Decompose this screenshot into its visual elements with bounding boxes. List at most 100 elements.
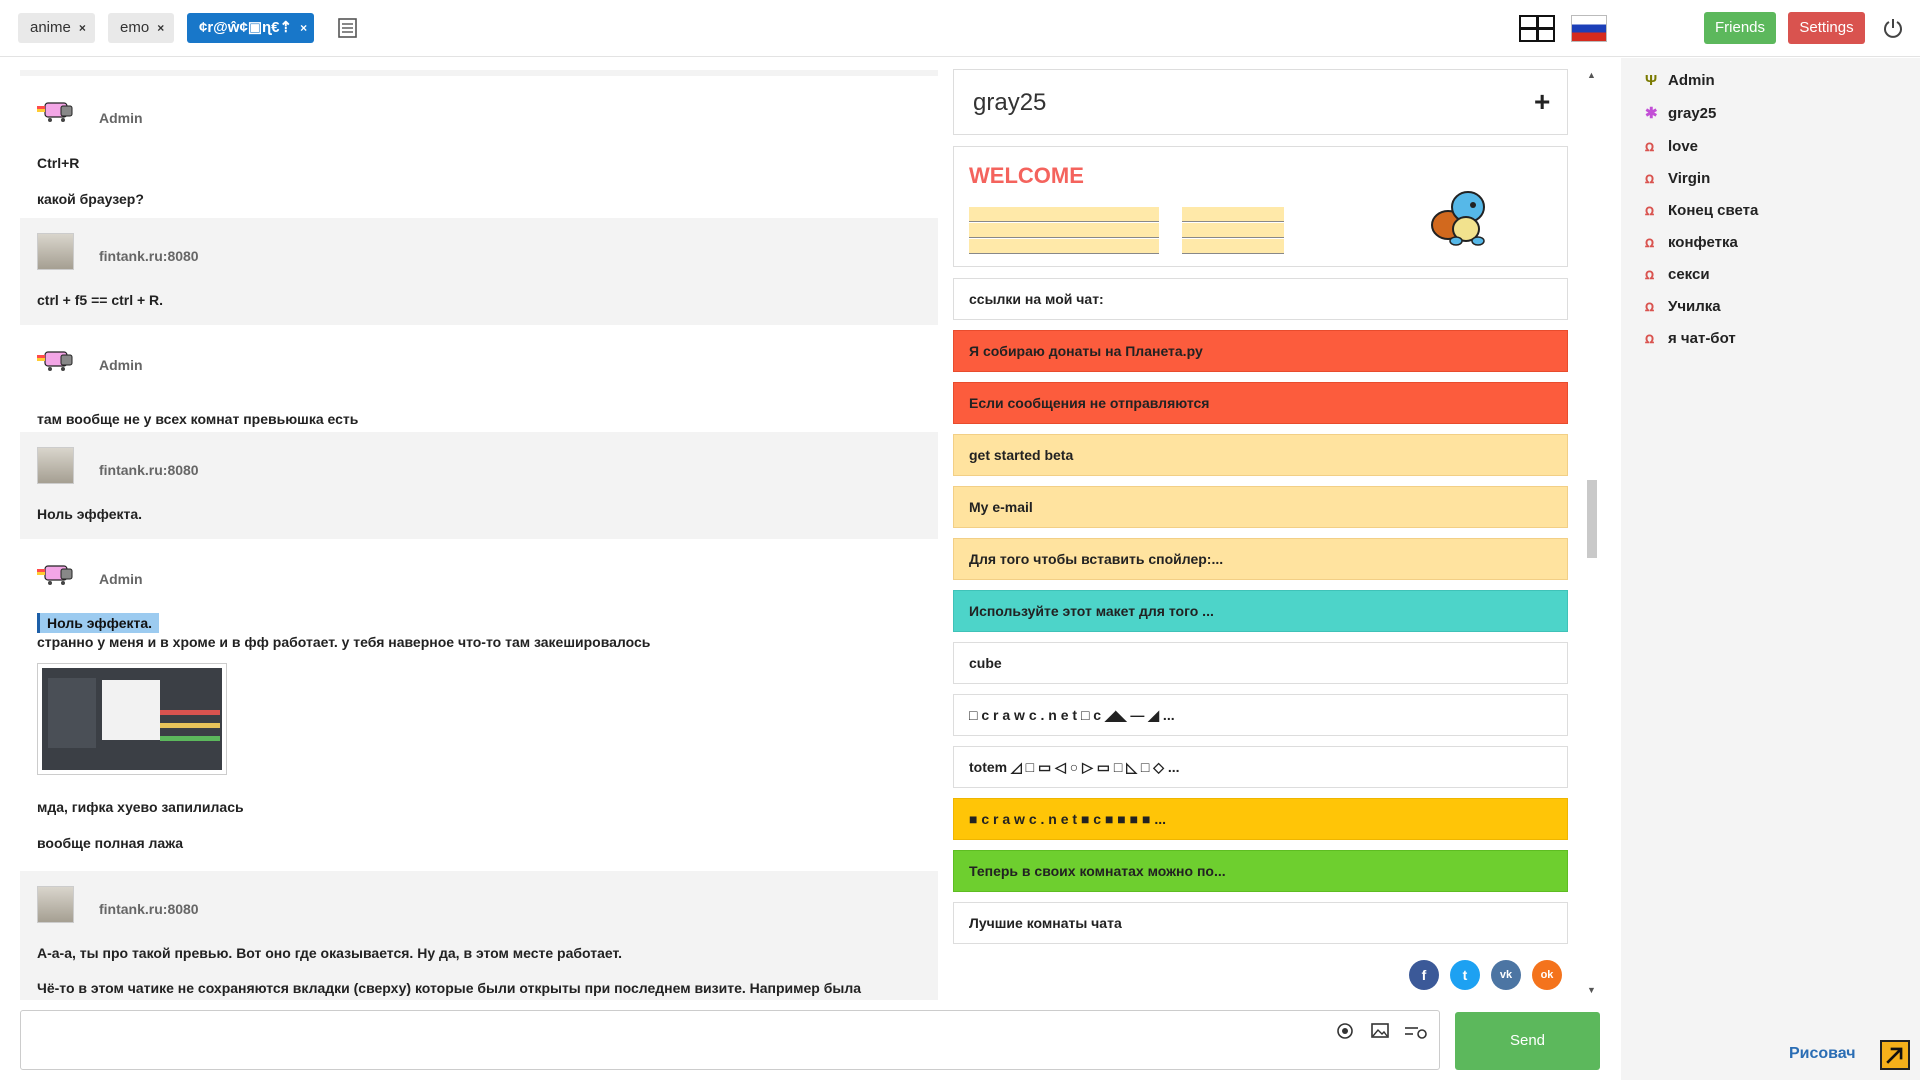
add-room-icon[interactable]: +: [1534, 86, 1550, 118]
screenshot-preview: [42, 668, 222, 770]
message: fintank.ru:8080 А-а-а, ты про такой прев…: [20, 871, 938, 1000]
user-item-gray25[interactable]: ✱ gray25: [1645, 104, 1905, 126]
message-author[interactable]: fintank.ru:8080: [99, 462, 199, 478]
ascii-art: [1182, 207, 1284, 254]
vk-icon[interactable]: vk: [1491, 960, 1521, 990]
link-best-rooms[interactable]: Лучшие комнаты чата: [953, 902, 1568, 944]
top-bar: anime × emo × ¢r@ŵ¢▣ɳ€⇡ × Friends Settings: [0, 0, 1920, 57]
quoted-text[interactable]: Ноль эффекта.: [37, 613, 160, 633]
link-crawcnet-blocks[interactable]: ■ c r a w c . n e t ■ c ■ ■ ■ ■ ...: [953, 798, 1568, 840]
user-avatar[interactable]: [37, 447, 74, 484]
message: Admin там вообще не у всех комнат превью…: [20, 325, 938, 432]
link-spoiler[interactable]: Для того чтобы вставить спойлер:...: [953, 538, 1568, 580]
nyan-cat-icon: [37, 565, 73, 585]
russian-flag-icon[interactable]: [1571, 15, 1607, 42]
tab-label: anime: [30, 19, 71, 36]
message-author[interactable]: fintank.ru:8080: [99, 248, 199, 264]
message-text: странно у меня и в хроме и в фф работает…: [37, 634, 651, 650]
image-upload-icon[interactable]: [1369, 1020, 1391, 1042]
user-item-uchilka[interactable]: ꭥ Училка: [1645, 296, 1905, 318]
message-text: Ctrl+R: [37, 155, 80, 171]
links-scrollbar[interactable]: ▲ ▼: [1585, 70, 1597, 1000]
chat-links-header: ссылки на мой чат:: [953, 278, 1568, 320]
female-icon: ꭥ: [1645, 298, 1655, 315]
user-avatar[interactable]: [37, 233, 74, 270]
settings-button[interactable]: Settings: [1788, 12, 1865, 44]
odnoklassniki-icon[interactable]: ok: [1532, 960, 1562, 990]
female-icon: ꭥ: [1645, 266, 1655, 283]
message-text: Чё-то в этом чатике не сохраняются вклад…: [37, 980, 862, 996]
room-header: gray25 +: [953, 69, 1568, 135]
link-email[interactable]: My e-mail: [953, 486, 1568, 528]
user-name: love: [1668, 138, 1699, 155]
message: fintank.ru:8080 ctrl + f5 == ctrl + R.: [20, 218, 938, 325]
friends-button[interactable]: Friends: [1704, 12, 1776, 44]
user-name: Училка: [1668, 298, 1721, 315]
user-name: Конец света: [1668, 202, 1759, 219]
tab-anime[interactable]: anime ×: [18, 13, 95, 43]
user-name: Virgin: [1668, 170, 1711, 187]
link-crawcnet-shapes[interactable]: □ c r a w c . n e t □ c ◢◣ ― ◢ ...: [953, 694, 1568, 736]
close-tab-icon[interactable]: ×: [157, 21, 164, 35]
link-rooms-feature[interactable]: Теперь в своих комнатах можно по...: [953, 850, 1568, 892]
tab-crawcnet-active[interactable]: ¢r@ŵ¢▣ɳ€⇡ ×: [187, 13, 314, 43]
asterisk-icon: ✱: [1645, 105, 1658, 122]
user-avatar[interactable]: [37, 886, 74, 923]
user-item-seksi[interactable]: ꭥ секси: [1645, 264, 1905, 286]
ascii-art: [969, 207, 1159, 254]
room-list-icon[interactable]: [338, 17, 358, 39]
keyboard-settings-icon[interactable]: [1403, 1020, 1429, 1042]
message-author[interactable]: Admin: [99, 357, 143, 373]
message-author[interactable]: Admin: [99, 571, 143, 587]
user-item-admin[interactable]: Ψ Admin: [1645, 72, 1905, 94]
message: Admin Ctrl+R какой браузер?: [20, 76, 938, 218]
draw-arrow-icon[interactable]: [1880, 1040, 1910, 1070]
message-author[interactable]: fintank.ru:8080: [99, 901, 199, 917]
nyan-cat-icon: [37, 102, 73, 122]
close-tab-icon[interactable]: ×: [300, 21, 307, 35]
user-item-virgin[interactable]: ꭥ Virgin: [1645, 168, 1905, 190]
facebook-icon[interactable]: f: [1409, 960, 1439, 990]
user-name: конфетка: [1668, 234, 1738, 251]
message: Admin Ноль эффекта. странно у меня и в х…: [20, 539, 938, 871]
message-text: вообще полная лажа: [37, 835, 184, 851]
message-input[interactable]: [20, 1010, 1440, 1070]
record-icon[interactable]: [1334, 1020, 1356, 1042]
close-tab-icon[interactable]: ×: [79, 21, 86, 35]
link-get-started[interactable]: get started beta: [953, 434, 1568, 476]
welcome-banner: WELCOME: [953, 146, 1568, 267]
power-icon[interactable]: [1882, 17, 1904, 39]
user-list: Ψ Admin ✱ gray25 ꭥ love ꭥ Virgin ꭥ Конец свет…: [1621, 58, 1920, 1080]
nyan-cat-icon: [37, 351, 73, 371]
user-item-konets-sveta[interactable]: ꭥ Конец света: [1645, 200, 1905, 222]
welcome-title: WELCOME: [969, 163, 1084, 188]
user-item-love[interactable]: ꭥ love: [1645, 136, 1905, 158]
user-name: секси: [1668, 266, 1710, 283]
message-text: какой браузер?: [37, 191, 144, 207]
scroll-thumb[interactable]: [1587, 480, 1597, 558]
female-icon: ꭥ: [1645, 234, 1655, 251]
link-template[interactable]: Используйте этот макет для того ...: [953, 590, 1568, 632]
link-donations[interactable]: Я собираю донаты на Планета.ру: [953, 330, 1568, 372]
twitter-icon[interactable]: t: [1450, 960, 1480, 990]
message-text: мда, гифка хуево запилилась: [37, 799, 244, 815]
tab-emo[interactable]: emo ×: [108, 13, 174, 43]
message-author[interactable]: Admin: [99, 110, 143, 126]
draw-link[interactable]: Рисовач: [1789, 1045, 1856, 1063]
female-icon: ꭥ: [1645, 170, 1655, 187]
cross-flag-icon[interactable]: [1519, 15, 1555, 42]
user-name: Admin: [1668, 72, 1715, 89]
send-button[interactable]: Send: [1455, 1012, 1600, 1070]
link-messages-not-sent[interactable]: Если сообщения не отправляются: [953, 382, 1568, 424]
female-icon: ꭥ: [1645, 138, 1655, 155]
message-text: А-а-а, ты про такой превью. Вот оно где …: [37, 945, 622, 961]
squirtle-icon: [1431, 191, 1485, 246]
message-text: там вообще не у всех комнат превьюшка ес…: [37, 411, 359, 427]
user-item-chat-bot[interactable]: ꭥ я чат-бот: [1645, 328, 1905, 350]
user-item-konfetka[interactable]: ꭥ конфетка: [1645, 232, 1905, 254]
female-icon: ꭥ: [1645, 330, 1655, 347]
link-cube[interactable]: cube: [953, 642, 1568, 684]
link-totem[interactable]: totem ◿ □ ▭ ◁ ○ ▷ ▭ □ ◺ □ ◇ ...: [953, 746, 1568, 788]
image-thumbnail[interactable]: [37, 663, 227, 775]
message-list[interactable]: Admin Ctrl+R какой браузер? fintank.ru:8…: [20, 70, 938, 1000]
